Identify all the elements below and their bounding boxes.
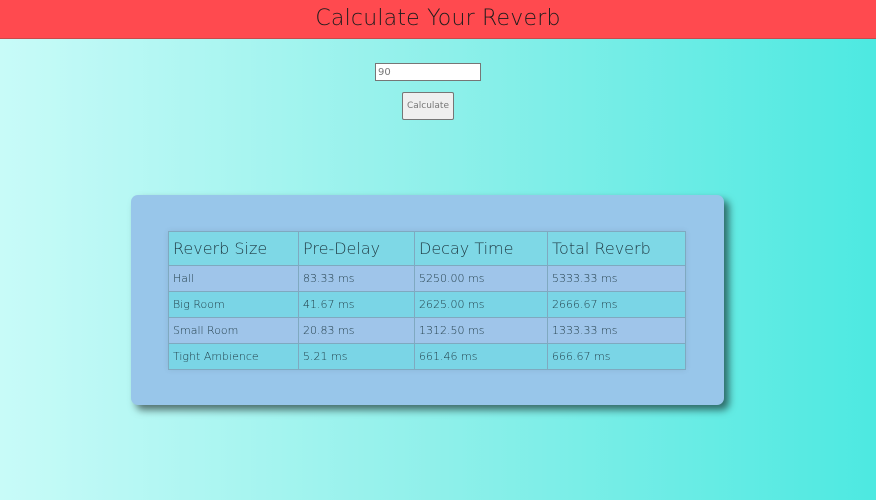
pre-delay-cell: 5.21 ms xyxy=(298,343,415,370)
calculate-button[interactable]: Calculate xyxy=(402,92,454,120)
decay-time-cell: 1312.50 ms xyxy=(414,317,548,344)
total-reverb-cell: 2666.67 ms xyxy=(547,291,686,318)
table-header-row: Reverb Size Pre-Delay Decay Time Total R… xyxy=(168,231,686,266)
bpm-input[interactable] xyxy=(375,63,481,81)
pre-delay-cell: 41.67 ms xyxy=(298,291,415,318)
results-card: Reverb Size Pre-Delay Decay Time Total R… xyxy=(131,195,724,405)
reverb-size-cell: Small Room xyxy=(168,317,299,344)
reverb-size-cell: Tight Ambience xyxy=(168,343,299,370)
table-row: Hall 83.33 ms 5250.00 ms 5333.33 ms xyxy=(168,265,686,292)
reverb-table: Reverb Size Pre-Delay Decay Time Total R… xyxy=(168,231,686,370)
page-title: Calculate Your Reverb xyxy=(315,6,561,31)
table-row: Tight Ambience 5.21 ms 661.46 ms 666.67 … xyxy=(168,343,686,370)
column-header-total-reverb: Total Reverb xyxy=(547,231,686,266)
table-row: Small Room 20.83 ms 1312.50 ms 1333.33 m… xyxy=(168,317,686,344)
pre-delay-cell: 20.83 ms xyxy=(298,317,415,344)
decay-time-cell: 661.46 ms xyxy=(414,343,548,370)
page-header: Calculate Your Reverb xyxy=(0,0,876,39)
pre-delay-cell: 83.33 ms xyxy=(298,265,415,292)
column-header-decay-time: Decay Time xyxy=(414,231,548,266)
reverb-size-cell: Big Room xyxy=(168,291,299,318)
column-header-reverb-size: Reverb Size xyxy=(168,231,299,266)
table-row: Big Room 41.67 ms 2625.00 ms 2666.67 ms xyxy=(168,291,686,318)
column-header-pre-delay: Pre-Delay xyxy=(298,231,415,266)
reverb-size-cell: Hall xyxy=(168,265,299,292)
total-reverb-cell: 1333.33 ms xyxy=(547,317,686,344)
total-reverb-cell: 5333.33 ms xyxy=(547,265,686,292)
decay-time-cell: 5250.00 ms xyxy=(414,265,548,292)
decay-time-cell: 2625.00 ms xyxy=(414,291,548,318)
total-reverb-cell: 666.67 ms xyxy=(547,343,686,370)
